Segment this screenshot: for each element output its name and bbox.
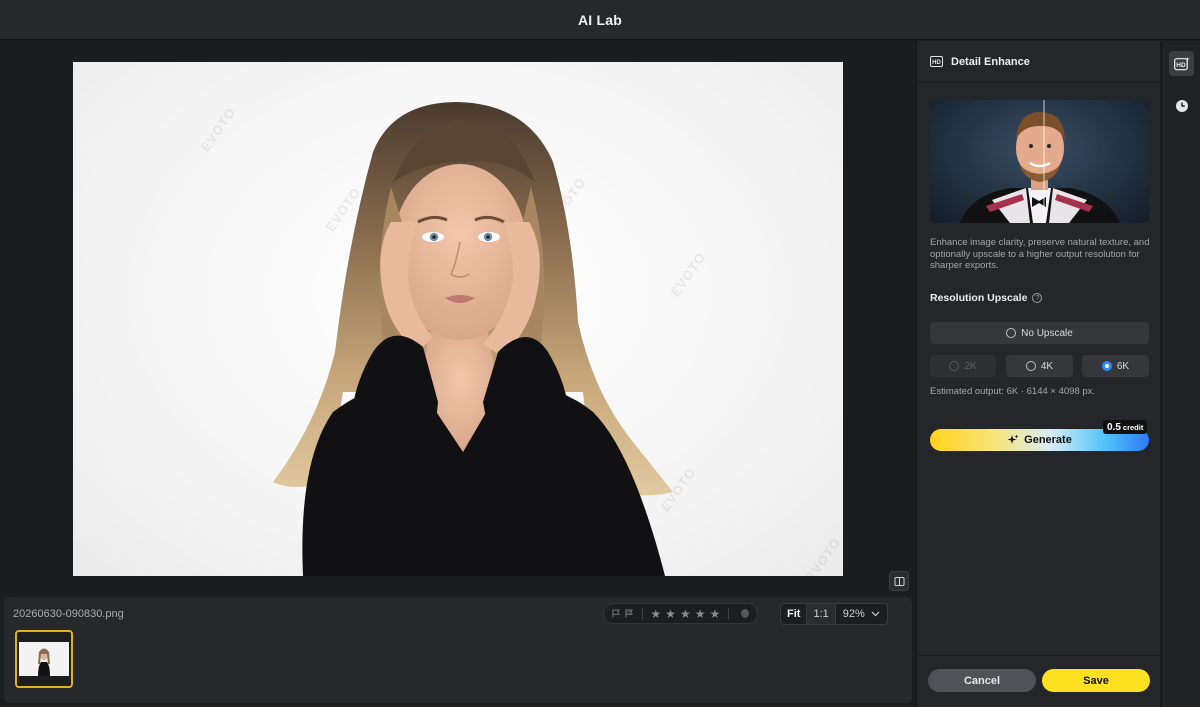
- detail-enhance-tool-button[interactable]: HD: [1169, 51, 1194, 76]
- thumbnail-image: [19, 642, 69, 676]
- option-label: 4K: [1040, 360, 1054, 372]
- rating-bar: ★ ★ ★ ★ ★: [603, 603, 758, 624]
- option-4k[interactable]: 4K: [1006, 355, 1073, 377]
- estimated-output: Estimated output: 6K · 6144 × 4098 px.: [930, 386, 1096, 397]
- panel-description: Enhance image clarity, preserve natural …: [930, 237, 1150, 271]
- option-no-upscale[interactable]: No Upscale: [930, 322, 1149, 344]
- portrait-subject: [273, 102, 673, 576]
- hd-enhance-icon: HD: [930, 56, 943, 67]
- sparkle-icon: [1007, 434, 1019, 444]
- radio-icon: [1006, 328, 1017, 338]
- option-label: 6K: [1116, 360, 1130, 372]
- credit-badge: 0.5 credit: [1103, 420, 1148, 434]
- star-icon[interactable]: ★: [650, 608, 661, 620]
- credit-value: 0.5: [1107, 421, 1121, 433]
- star-icon[interactable]: ★: [665, 608, 676, 620]
- filmstrip-panel: 20260630-090830.png ★ ★ ★ ★ ★ Fit 1:1 92…: [4, 597, 912, 703]
- info-icon[interactable]: ?: [1032, 293, 1043, 303]
- hd-enhance-icon: HD: [1173, 56, 1189, 70]
- credit-unit: credit: [1122, 422, 1144, 432]
- radio-icon: [1025, 361, 1036, 371]
- color-label-dot[interactable]: [741, 609, 749, 618]
- flag-pick-icon[interactable]: [612, 608, 621, 619]
- radio-icon: [949, 361, 960, 371]
- cancel-button[interactable]: Cancel: [928, 669, 1036, 692]
- option-label: 2K: [964, 360, 977, 372]
- detail-enhance-panel: HD Detail Enhance Enhance image clarity,…: [916, 41, 1161, 707]
- option-label: No Upscale: [1021, 327, 1073, 339]
- resolution-upscale-heading: Resolution Upscale ?: [930, 292, 1043, 304]
- chevron-down-icon: [871, 611, 880, 617]
- star-icon[interactable]: ★: [709, 608, 720, 620]
- option-2k[interactable]: 2K: [930, 355, 996, 377]
- zoom-percent-dropdown[interactable]: 92%: [836, 608, 884, 620]
- svg-text:HD: HD: [932, 60, 941, 66]
- star-icon[interactable]: ★: [680, 608, 691, 620]
- window-title: AI Lab: [578, 11, 622, 28]
- save-button[interactable]: Save: [1042, 669, 1150, 692]
- tool-rail: HD: [1161, 41, 1200, 707]
- split-compare-icon: [894, 576, 904, 586]
- zoom-1to1-button[interactable]: 1:1: [807, 604, 836, 624]
- flag-reject-icon[interactable]: [625, 608, 634, 619]
- file-name: 20260630-090830.png: [13, 608, 124, 620]
- zoom-percent-value: 92%: [842, 608, 865, 620]
- canvas-area[interactable]: EVOTO EVOTO EVOTO EVOTO EVOTO EVOTO EVOT…: [0, 41, 914, 593]
- divider: [641, 607, 643, 620]
- option-6k[interactable]: 6K: [1082, 355, 1149, 377]
- zoom-control: Fit 1:1 92%: [780, 603, 888, 625]
- generate-label: Generate: [1024, 434, 1072, 446]
- panel-footer: Cancel Save: [917, 655, 1161, 707]
- panel-header: HD Detail Enhance: [917, 41, 1160, 83]
- star-icon[interactable]: ★: [695, 608, 706, 620]
- radio-icon: [1101, 361, 1112, 371]
- panel-title: Detail Enhance: [951, 55, 1030, 68]
- svg-text:HD: HD: [1176, 62, 1186, 69]
- clock-icon: [1175, 99, 1188, 112]
- history-tool-button[interactable]: [1169, 93, 1194, 118]
- divider: [728, 607, 730, 620]
- split-compare-button[interactable]: [889, 571, 909, 591]
- title-bar: AI Lab: [0, 0, 1200, 40]
- zoom-fit-button[interactable]: Fit: [781, 604, 808, 624]
- main-photo[interactable]: EVOTO EVOTO EVOTO EVOTO EVOTO EVOTO EVOT…: [73, 62, 843, 576]
- filmstrip-thumbnail[interactable]: [15, 630, 73, 688]
- resolution-upscale-label: Resolution Upscale: [930, 292, 1028, 304]
- before-after-preview: [930, 100, 1149, 223]
